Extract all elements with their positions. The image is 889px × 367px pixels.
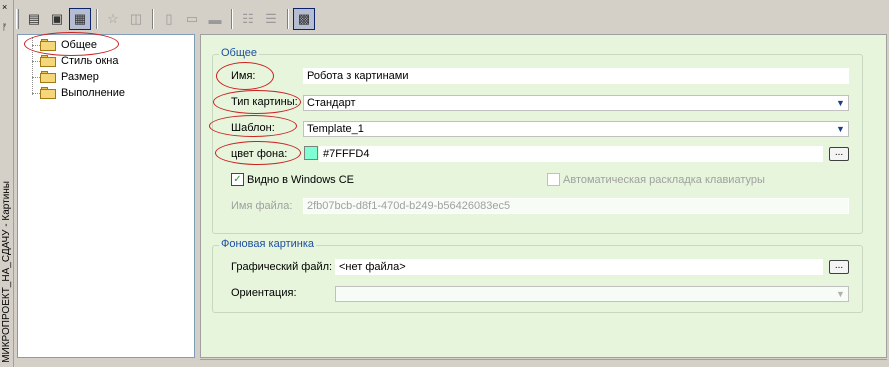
tree-item-label: Общее <box>61 39 98 51</box>
name-field[interactable]: Робота з картинами <box>303 68 849 84</box>
tree-connector <box>32 45 40 46</box>
auto-keyboard-label: Автоматическая раскладка клавиатуры <box>563 174 765 186</box>
field-icon[interactable]: ▭ <box>181 8 203 30</box>
filename-label: Имя файла: <box>231 200 293 212</box>
filename-field[interactable]: 2fb07bcb-d8f1-470d-b249-b56426083ec5 <box>303 198 849 214</box>
orientation-select[interactable]: ▼ <box>335 286 849 302</box>
picture-type-value: Стандарт <box>307 97 356 109</box>
form-view-icon[interactable]: ▦ <box>69 8 91 30</box>
template-select[interactable]: Template_1 ▼ <box>303 121 849 137</box>
template-value: Template_1 <box>307 123 364 135</box>
toolbar-separator <box>231 9 233 29</box>
background-color-field[interactable]: #7FFFD4 <box>319 146 823 162</box>
orientation-label: Ориентация: <box>231 287 297 299</box>
picture-type-select[interactable]: Стандарт ▼ <box>303 95 849 111</box>
name-label: Имя: <box>231 70 256 82</box>
panel-vertical-title: МИКРОПРОЕКТ_НА_СДАЧУ - Картины <box>1 181 12 363</box>
picture-file-label: Графический файл: <box>231 261 333 273</box>
background-color-swatch[interactable] <box>304 146 318 160</box>
picture-file-browse-button[interactable]: ... <box>829 260 849 274</box>
panel-side-strip: × ᚠ МИКРОПРОЕКТ_НА_СДАЧУ - Картины <box>0 0 14 367</box>
folder-icon <box>40 71 56 83</box>
toolbar: ▤ ▣ ▦ ☆ ◫ ▯ ▭ ▬ ☷ ☰ ▩ <box>16 6 886 32</box>
background-color-browse-button[interactable]: ... <box>829 147 849 161</box>
picture-type-label: Тип картины: <box>231 96 298 108</box>
tree-connector <box>32 77 40 78</box>
properties-panel: Общее Имя: Робота з картинами Тип картин… <box>200 34 887 358</box>
tree-item-execution[interactable]: Выполнение <box>40 85 125 101</box>
close-icon[interactable]: × <box>2 2 7 12</box>
general-group: Общее Имя: Робота з картинами Тип картин… <box>209 47 863 234</box>
toolbar-separator <box>287 9 289 29</box>
visible-wince-label: Видно в Windows CE <box>247 174 355 186</box>
tree-item-label: Выполнение <box>61 87 126 99</box>
toolbar-grip[interactable] <box>16 9 19 29</box>
align-left-icon[interactable]: ▯ <box>158 8 180 30</box>
toolbar-separator <box>96 9 98 29</box>
tree-connector <box>32 61 40 62</box>
picture-file-field[interactable]: <нет файла> <box>335 259 823 275</box>
favorite-star-icon[interactable]: ☆ <box>102 8 124 30</box>
button-icon[interactable]: ▬ <box>204 8 226 30</box>
tree-connector <box>32 93 40 94</box>
background-picture-group-title: Фоновая картинка <box>219 238 317 250</box>
visible-wince-checkbox[interactable]: ✓ <box>231 173 244 186</box>
folder-icon <box>40 55 56 67</box>
tree-item-label: Размер <box>61 71 99 83</box>
palette-icon[interactable]: ▩ <box>293 8 315 30</box>
template-label: Шаблон: <box>231 122 275 134</box>
copy-form-icon[interactable]: ◫ <box>125 8 147 30</box>
chevron-down-icon[interactable]: ▼ <box>833 122 848 136</box>
background-color-label: цвет фона: <box>231 148 288 160</box>
toolbar-separator <box>152 9 154 29</box>
tree-item-general[interactable]: Общее <box>40 37 97 53</box>
group-list-icon[interactable]: ☰ <box>260 8 282 30</box>
background-picture-group: Фоновая картинка Графический файл: <нет … <box>212 238 863 313</box>
tree-item-label: Стиль окна <box>61 55 119 67</box>
auto-keyboard-checkbox[interactable] <box>547 173 560 186</box>
tree-item-size[interactable]: Размер <box>40 69 99 85</box>
chevron-down-icon[interactable]: ▼ <box>833 96 848 110</box>
settings-tree: Общее Стиль окна Размер Выполнение <box>17 32 195 358</box>
properties-icon[interactable]: ▤ <box>23 8 45 30</box>
document-icon[interactable]: ▣ <box>46 8 68 30</box>
tree-item-window-style[interactable]: Стиль окна <box>40 53 118 69</box>
group-vertical-icon[interactable]: ☷ <box>237 8 259 30</box>
folder-icon <box>40 87 56 99</box>
bottom-edge <box>200 359 887 365</box>
pin-icon[interactable]: ᚠ <box>2 22 7 32</box>
folder-icon <box>40 39 56 51</box>
chevron-down-icon[interactable]: ▼ <box>833 287 848 301</box>
general-group-title: Общее <box>219 47 260 59</box>
